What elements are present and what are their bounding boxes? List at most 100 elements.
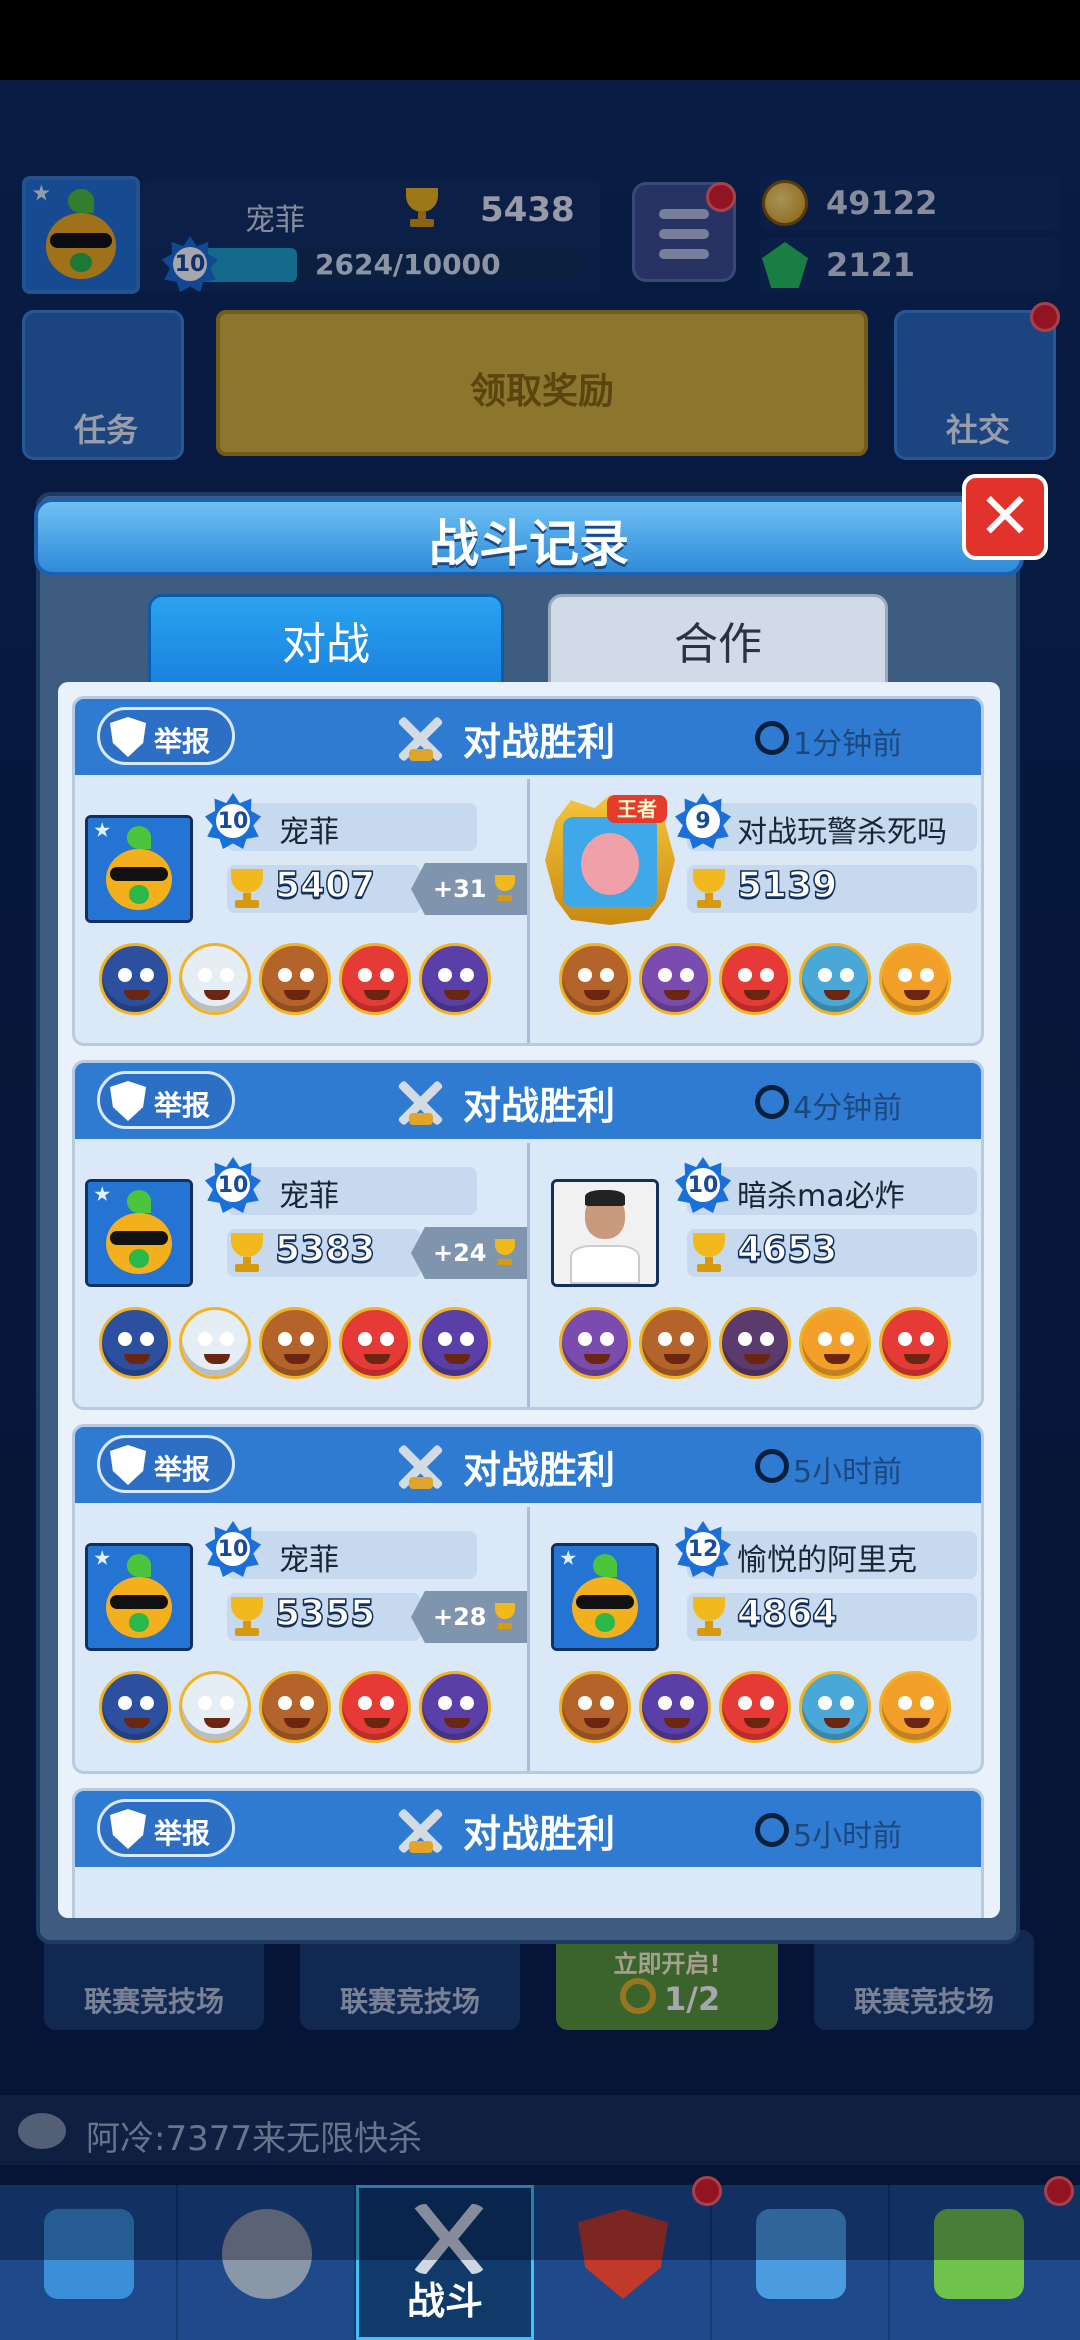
miner-hero-icon[interactable]	[799, 943, 871, 1015]
clock-icon	[755, 721, 789, 755]
fire-hero-icon[interactable]	[799, 1307, 871, 1379]
battle-result: 对战胜利	[463, 720, 616, 764]
name-bar	[227, 1531, 477, 1579]
goblin-hero-icon[interactable]	[559, 1307, 631, 1379]
trophy-icon	[687, 869, 731, 909]
battle-record-card[interactable]: 举报 对战胜利 5小时前 10 宠菲 5355 +28 12 愉悦的阿里克 4864	[72, 1424, 984, 1774]
clown-hero-icon[interactable]	[879, 1307, 951, 1379]
chef-hero-icon[interactable]	[259, 1671, 331, 1743]
clock-icon	[755, 1085, 789, 1119]
player-avatar[interactable]	[85, 1543, 193, 1651]
ninja-hero-icon[interactable]	[419, 1307, 491, 1379]
report-button[interactable]: 举报	[97, 707, 235, 765]
report-button[interactable]: 举报	[97, 1071, 235, 1129]
sprout-avatar-art	[88, 1546, 190, 1648]
chef-hero-icon[interactable]	[559, 1671, 631, 1743]
battle-record-card[interactable]: 举报 对战胜利 4分钟前 10 宠菲 5383 +24 10 暗杀ma必炸 4653	[72, 1060, 984, 1410]
ghost-hero-icon[interactable]	[179, 1671, 251, 1743]
crossed-swords-icon	[391, 1801, 449, 1859]
player-avatar[interactable]	[85, 815, 193, 923]
crossed-swords-icon	[391, 709, 449, 767]
clock-icon	[755, 1449, 789, 1483]
police-hero-icon[interactable]	[99, 1307, 171, 1379]
clown-hero-icon[interactable]	[339, 1307, 411, 1379]
record-header: 举报 对战胜利 5小时前	[75, 1427, 981, 1503]
king-rank-badge: 王者	[607, 795, 667, 823]
player-level: 10	[216, 1168, 250, 1202]
chef-hero-icon[interactable]	[259, 1307, 331, 1379]
police-hero-icon[interactable]	[99, 943, 171, 1015]
clown-hero-icon[interactable]	[719, 1671, 791, 1743]
sprout-avatar-art	[88, 1182, 190, 1284]
player-trophies: 5407	[274, 864, 376, 907]
ninja-hero-icon[interactable]	[639, 1671, 711, 1743]
player-name: 宠菲	[279, 1543, 339, 1578]
chef-hero-icon[interactable]	[259, 943, 331, 1015]
opponent-name: 对战玩警杀死吗	[737, 815, 947, 850]
chef-hero-icon[interactable]	[639, 1307, 711, 1379]
crossed-swords-icon	[391, 1437, 449, 1495]
clown-hero-icon[interactable]	[339, 943, 411, 1015]
opponent-avatar[interactable]	[551, 1543, 659, 1651]
name-bar	[227, 1167, 477, 1215]
goblin-hero-icon[interactable]	[639, 943, 711, 1015]
player-trophies: 5383	[274, 1228, 376, 1271]
police-hero-icon[interactable]	[99, 1671, 171, 1743]
battle-record-list[interactable]: 举报 对战胜利 1分钟前 10 宠菲 5407 +31 王者 9 对战玩警杀死吗 5139 举报 对战胜…	[58, 682, 1000, 1918]
small-trophy-icon	[491, 875, 519, 903]
name-bar	[227, 803, 477, 851]
record-divider	[527, 779, 530, 1043]
player-name: 宠菲	[279, 1179, 339, 1214]
trophy-gain-tag: +31	[411, 863, 527, 915]
opponent-name: 愉悦的阿里克	[737, 1543, 917, 1578]
sprout-avatar-art	[554, 1546, 656, 1648]
trophy-icon	[225, 1597, 269, 1637]
battle-result: 对战胜利	[463, 1812, 616, 1856]
shield-exclamation-icon	[110, 717, 146, 757]
shield-exclamation-icon	[110, 1809, 146, 1849]
battle-record-card[interactable]: 举报 对战胜利 1分钟前 10 宠菲 5407 +31 王者 9 对战玩警杀死吗 5139	[72, 696, 984, 1046]
battle-time: 5小时前	[793, 1819, 903, 1854]
trophy-gain-tag: +28	[411, 1591, 527, 1643]
trophy-gain-tag: +24	[411, 1227, 527, 1279]
shield-exclamation-icon	[110, 1445, 146, 1485]
ghost-hero-icon[interactable]	[179, 1307, 251, 1379]
tab-coop[interactable]: 合作	[548, 594, 888, 686]
small-trophy-icon	[491, 1603, 519, 1631]
battle-time: 4分钟前	[793, 1091, 903, 1126]
small-trophy-icon	[491, 1239, 519, 1267]
ghost-hero-icon[interactable]	[179, 943, 251, 1015]
ninja-hero-icon[interactable]	[419, 943, 491, 1015]
clown-hero-icon[interactable]	[339, 1671, 411, 1743]
player-level: 12	[686, 1532, 720, 1566]
opponent-avatar[interactable]	[551, 1179, 659, 1287]
clown-hero-icon[interactable]	[719, 943, 791, 1015]
trophy-gain: +28	[433, 1603, 487, 1631]
report-button[interactable]: 举报	[97, 1799, 235, 1857]
fire-hero-icon[interactable]	[879, 1671, 951, 1743]
miner-hero-icon[interactable]	[799, 1671, 871, 1743]
fire-hero-icon[interactable]	[879, 943, 951, 1015]
clock-icon	[755, 1813, 789, 1847]
trophy-icon	[225, 869, 269, 909]
record-header: 举报 对战胜利 5小时前	[75, 1791, 981, 1867]
close-button[interactable]: ✕	[962, 474, 1048, 560]
tab-versus[interactable]: 对战	[148, 594, 504, 686]
record-divider	[527, 1507, 530, 1771]
trophy-icon	[687, 1597, 731, 1637]
status-bar	[0, 0, 1080, 80]
report-button[interactable]: 举报	[97, 1435, 235, 1493]
opponent-name: 暗杀ma必炸	[737, 1179, 905, 1214]
trophy-icon	[225, 1233, 269, 1273]
player-name: 宠菲	[279, 815, 339, 850]
dark-hero-icon[interactable]	[719, 1307, 791, 1379]
player-level: 10	[686, 1168, 720, 1202]
crossed-swords-icon	[391, 1073, 449, 1131]
player-level: 10	[216, 1532, 250, 1566]
chef-hero-icon[interactable]	[559, 943, 631, 1015]
record-header: 举报 对战胜利 1分钟前	[75, 699, 981, 775]
ninja-hero-icon[interactable]	[419, 1671, 491, 1743]
battle-record-card[interactable]: 举报 对战胜利 5小时前	[72, 1788, 984, 1918]
trophy-gain: +31	[433, 875, 487, 903]
player-avatar[interactable]	[85, 1179, 193, 1287]
